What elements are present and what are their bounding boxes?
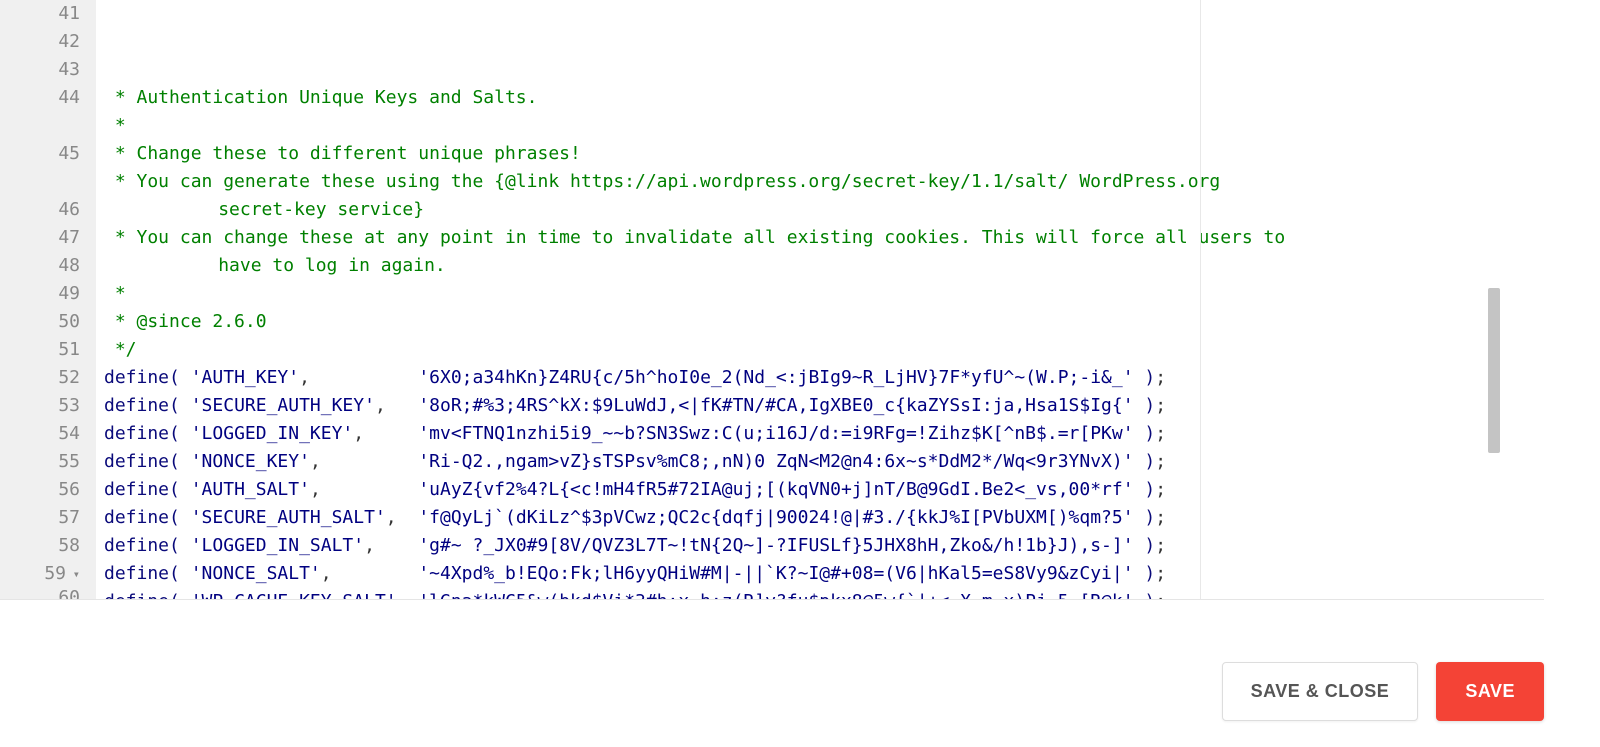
line-number: 46: [16, 196, 80, 224]
line-number: 57: [16, 504, 80, 532]
line-number: 42: [16, 28, 80, 56]
line-number: 50: [16, 308, 80, 336]
code-line[interactable]: define( 'LOGGED_IN_SALT', 'g#~ ?_JX0#9[8…: [104, 532, 1544, 560]
code-line[interactable]: define( 'AUTH_KEY', '6X0;a34hKn}Z4RU{c/5…: [104, 364, 1544, 392]
line-number: 47: [16, 224, 80, 252]
line-number: 60: [16, 588, 80, 600]
save-and-close-button[interactable]: SAVE & CLOSE: [1222, 662, 1419, 721]
scrollbar-thumb[interactable]: [1488, 288, 1500, 453]
line-number: 45: [16, 140, 80, 168]
code-editor[interactable]: 41424344454647484950515253545556575859▾6…: [0, 0, 1544, 600]
code-content[interactable]: * Authentication Unique Keys and Salts. …: [96, 0, 1544, 599]
code-line[interactable]: *: [104, 280, 1544, 308]
code-line[interactable]: define( 'SECURE_AUTH_SALT', 'f@QyLj`(dKi…: [104, 504, 1544, 532]
code-line[interactable]: define( 'WP_CACHE_KEY_SALT', 'lGna*kWC5&…: [104, 588, 1544, 599]
code-line[interactable]: * You can generate these using the {@lin…: [104, 168, 1544, 196]
code-line[interactable]: define( 'NONCE_SALT', '~4Xpd%_b!EQo:Fk;l…: [104, 560, 1544, 588]
line-number: 41: [16, 0, 80, 28]
line-number: 53: [16, 392, 80, 420]
line-number-gutter: 41424344454647484950515253545556575859▾6…: [0, 0, 96, 599]
print-margin: [1200, 0, 1201, 599]
code-line[interactable]: */: [104, 336, 1544, 364]
code-line[interactable]: define( 'AUTH_SALT', 'uAyZ{vf2%4?L{<c!mH…: [104, 476, 1544, 504]
line-number: 58: [16, 532, 80, 560]
line-number: 52: [16, 364, 80, 392]
button-bar: SAVE & CLOSE SAVE: [1222, 662, 1544, 721]
vertical-scrollbar[interactable]: [1486, 0, 1500, 600]
code-line[interactable]: *: [104, 112, 1544, 140]
line-number: 51: [16, 336, 80, 364]
line-number: 44: [16, 84, 80, 112]
code-line[interactable]: * @since 2.6.0: [104, 308, 1544, 336]
line-number: 48: [16, 252, 80, 280]
line-number: 56: [16, 476, 80, 504]
code-line[interactable]: define( 'NONCE_KEY', 'Ri-Q2.,ngam>vZ}sTS…: [104, 448, 1544, 476]
line-number: 55: [16, 448, 80, 476]
line-number: 54: [16, 420, 80, 448]
code-line[interactable]: define( 'LOGGED_IN_KEY', 'mv<FTNQ1nzhi5i…: [104, 420, 1544, 448]
code-line[interactable]: define( 'SECURE_AUTH_KEY', '8oR;#%3;4RS^…: [104, 392, 1544, 420]
line-number: 49: [16, 280, 80, 308]
line-number: 43: [16, 56, 80, 84]
code-line[interactable]: * Change these to different unique phras…: [104, 140, 1544, 168]
code-line[interactable]: * Authentication Unique Keys and Salts.: [104, 84, 1544, 112]
code-line[interactable]: * You can change these at any point in t…: [104, 224, 1544, 252]
save-button[interactable]: SAVE: [1436, 662, 1544, 721]
